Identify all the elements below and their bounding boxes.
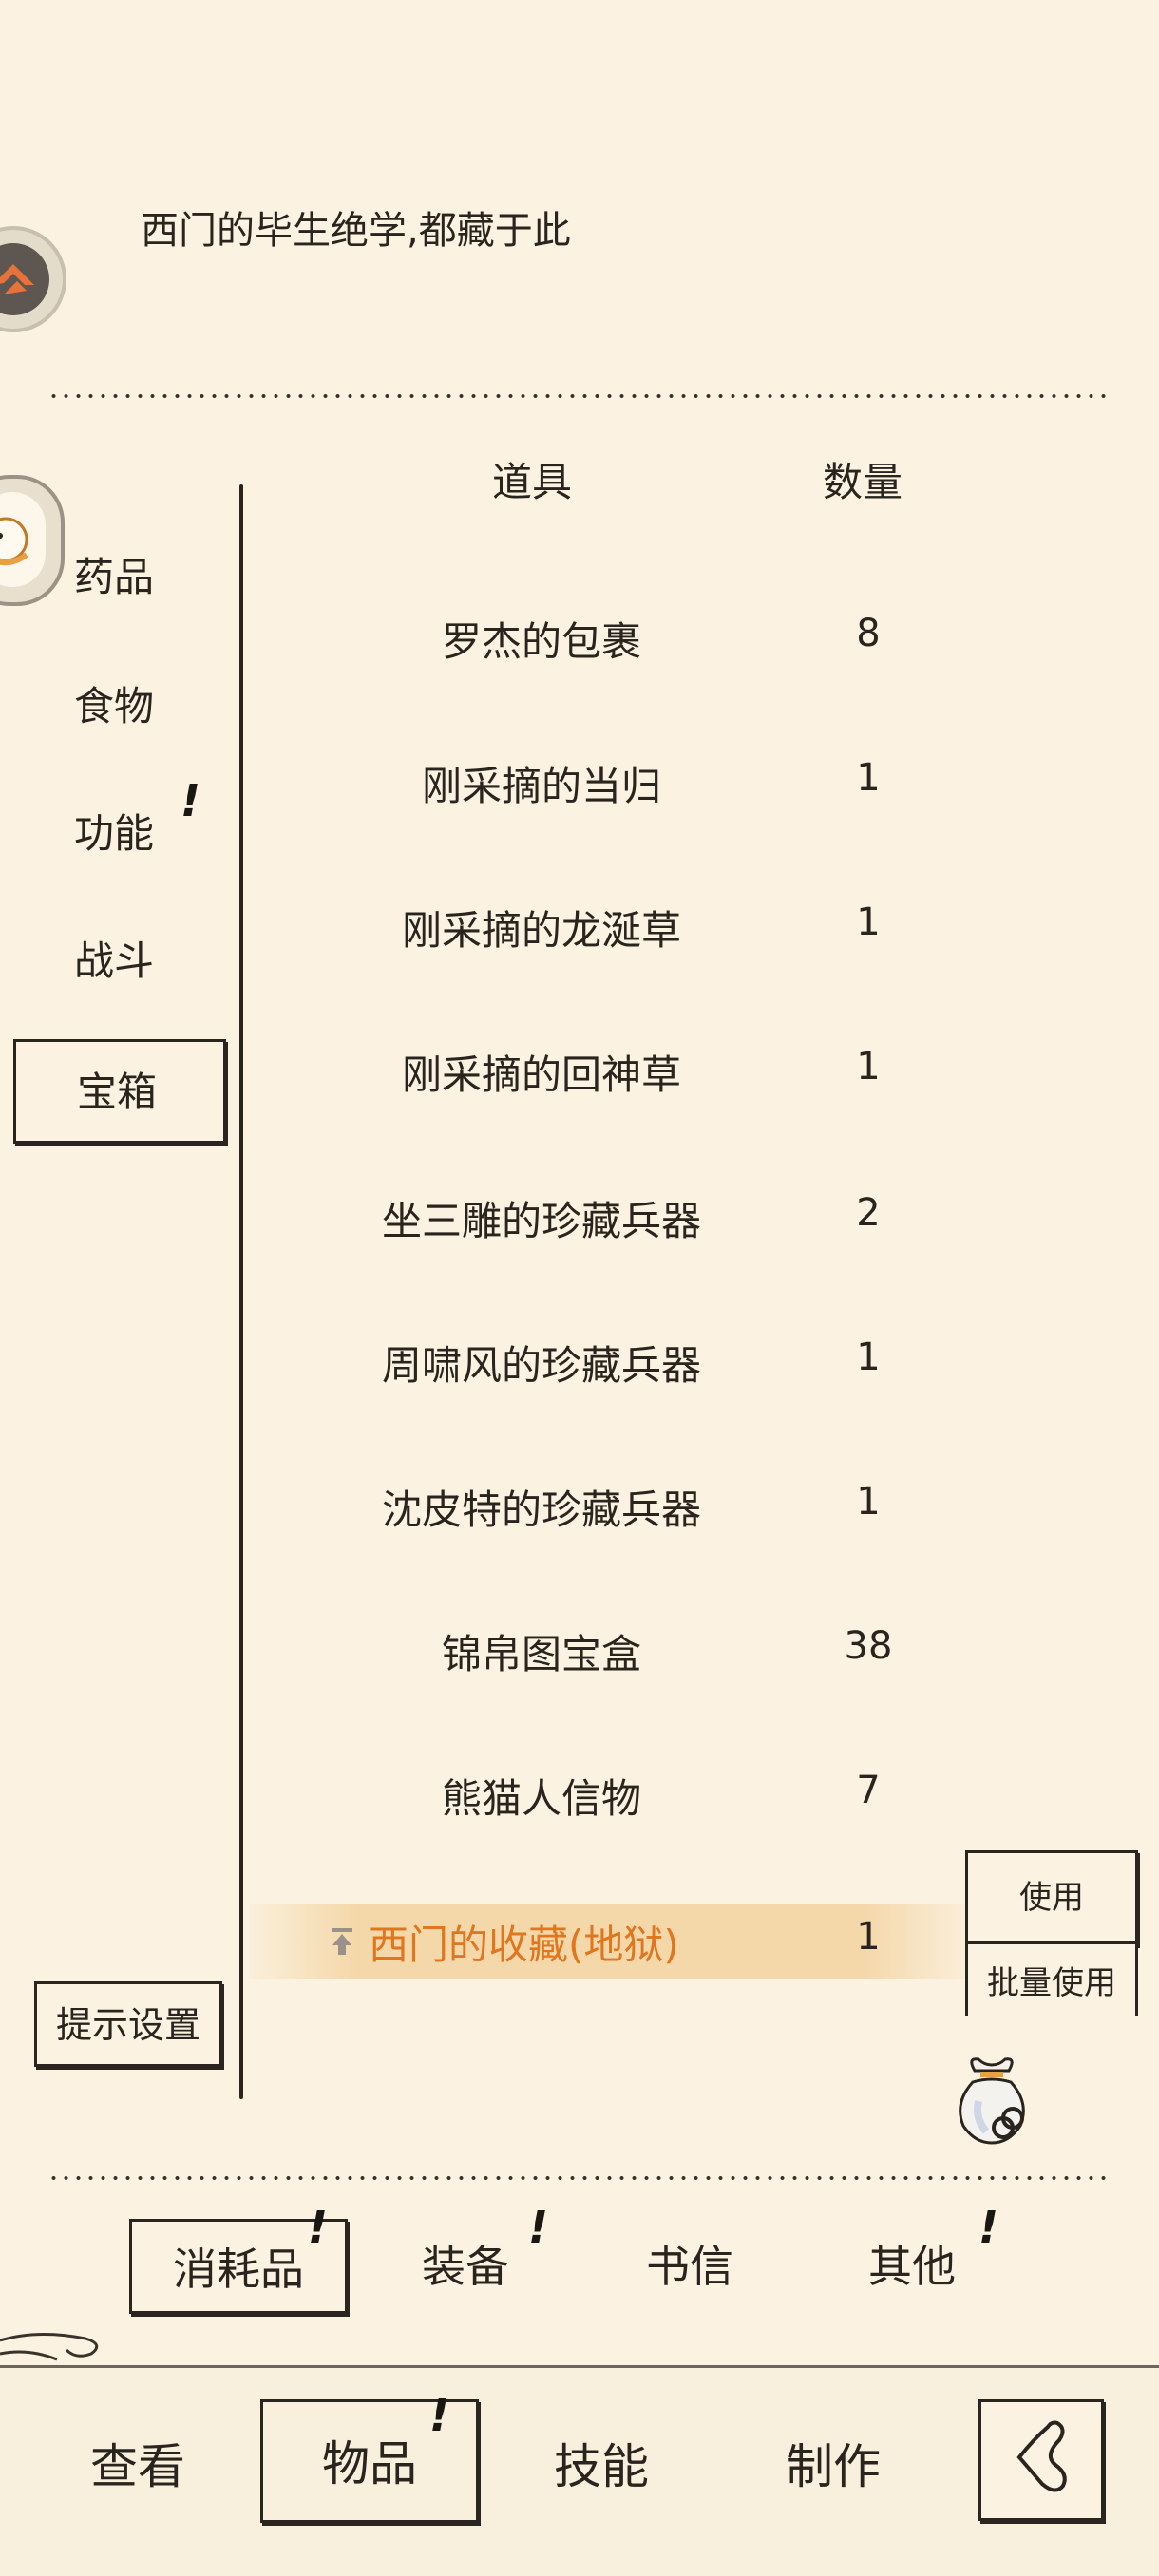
- alert-mark: !: [978, 2202, 998, 2253]
- chest-description: 西门的毕生绝学,都藏于此: [141, 209, 571, 253]
- tab-others[interactable]: 其他: [846, 2219, 978, 2314]
- nav-crafting[interactable]: 制作: [752, 2405, 914, 2529]
- tab-letters[interactable]: 书信: [623, 2219, 756, 2314]
- nav-label: 制作: [786, 2439, 881, 2494]
- item-name[interactable]: 罗杰的包裹: [285, 610, 798, 668]
- nav-label: 技能: [554, 2439, 649, 2494]
- header-quantity: 数量: [823, 459, 903, 505]
- bottom-divider: [48, 2175, 1112, 2181]
- item-qty: 38: [844, 1624, 893, 1668]
- category-function[interactable]: 功能: [48, 805, 190, 862]
- item-name[interactable]: 坐三雕的珍藏兵器: [285, 1189, 798, 1247]
- category-medicine[interactable]: 药品: [48, 549, 190, 606]
- item-qty: 1: [856, 1335, 881, 1379]
- item-name[interactable]: 周啸风的珍藏兵器: [285, 1334, 798, 1392]
- item-qty: 1: [856, 1915, 881, 1959]
- alert-mark: !: [180, 775, 200, 826]
- tab-label: 书信: [646, 2241, 733, 2292]
- tab-label: 装备: [422, 2241, 509, 2292]
- use-button[interactable]: 使用: [965, 1850, 1138, 1945]
- item-name[interactable]: 锦帛图宝盒: [285, 1622, 798, 1680]
- top-divider: [48, 393, 1112, 399]
- alert-mark: !: [429, 2390, 449, 2441]
- tab-label: 消耗品: [173, 2244, 304, 2295]
- item-qty: 1: [856, 1045, 881, 1089]
- category-label: 战斗: [74, 938, 155, 984]
- alert-mark: !: [528, 2202, 548, 2253]
- category-label: 食物: [74, 683, 155, 729]
- nav-skills[interactable]: 技能: [521, 2405, 682, 2529]
- pet-face-icon: [0, 517, 28, 566]
- hint-settings-button[interactable]: 提示设置: [34, 1981, 222, 2067]
- item-name[interactable]: 刚采摘的龙涎草: [285, 899, 798, 957]
- item-name[interactable]: 熊猫人信物: [285, 1767, 798, 1825]
- category-food[interactable]: 食物: [48, 678, 190, 735]
- item-name[interactable]: 刚采摘的当归: [285, 754, 798, 812]
- category-treasure-chest[interactable]: 宝箱: [13, 1039, 226, 1144]
- item-qty: 1: [856, 1480, 881, 1524]
- item-qty: 2: [856, 1191, 881, 1235]
- back-arrow-icon: [1016, 2420, 1067, 2492]
- category-battle[interactable]: 战斗: [48, 933, 190, 990]
- item-name[interactable]: 沈皮特的珍藏兵器: [285, 1478, 798, 1536]
- item-bag-icon[interactable]: [946, 2052, 1037, 2150]
- alert-mark: !: [308, 2202, 328, 2253]
- category-label: 功能: [74, 810, 155, 857]
- batch-use-button[interactable]: 批量使用: [965, 1941, 1138, 2016]
- item-qty: 1: [856, 756, 881, 800]
- avatar[interactable]: [0, 226, 66, 332]
- item-qty: 8: [856, 612, 881, 655]
- item-qty: 7: [856, 1769, 881, 1812]
- header-item: 道具: [492, 459, 573, 505]
- item-name-selected[interactable]: 西门的收藏(地狱): [342, 1913, 749, 1971]
- item-qty: 1: [856, 900, 881, 944]
- category-label: 药品: [74, 554, 155, 600]
- tab-equipment[interactable]: 装备: [399, 2219, 532, 2314]
- category-label: 宝箱: [77, 1069, 158, 1115]
- item-name[interactable]: 刚采摘的回神草: [285, 1043, 798, 1101]
- nav-view[interactable]: 查看: [57, 2405, 218, 2529]
- nav-label: 物品: [322, 2436, 417, 2491]
- character-emblem-icon: [0, 264, 34, 294]
- tab-label: 其他: [868, 2241, 956, 2292]
- sidebar-divider: [239, 484, 243, 2099]
- nav-label: 查看: [90, 2439, 185, 2494]
- back-button[interactable]: [978, 2399, 1104, 2521]
